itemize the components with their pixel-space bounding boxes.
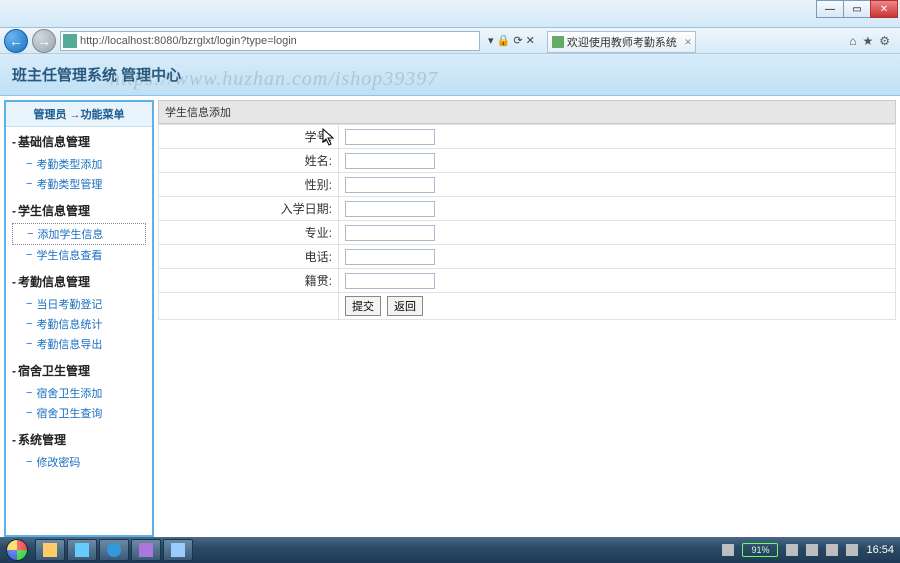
settings-icon[interactable]: ⚙: [879, 34, 890, 48]
window-minimize-button[interactable]: —: [816, 0, 844, 18]
battery-indicator[interactable]: 91%: [742, 543, 778, 557]
sidebar-item[interactable]: 修改密码: [12, 452, 146, 472]
back-button[interactable]: 返回: [387, 296, 423, 316]
main-content: 学生信息添加 学号:姓名:性别:入学日期:专业:电话:籍贯: 提交返回: [158, 100, 896, 537]
form-input[interactable]: [345, 153, 435, 169]
sidebar-item[interactable]: 考勤类型管理: [12, 174, 146, 194]
form-input[interactable]: [345, 129, 435, 145]
sidebar-item[interactable]: 宿舍卫生查询: [12, 403, 146, 423]
nav-back-button[interactable]: ←: [4, 29, 28, 53]
window-titlebar: — ▭ ✕: [0, 0, 900, 28]
window-maximize-button[interactable]: ▭: [843, 0, 871, 18]
form-label: 性别:: [159, 173, 339, 197]
task-app-1[interactable]: [67, 539, 97, 561]
form-label: 学号:: [159, 125, 339, 149]
form-input[interactable]: [345, 225, 435, 241]
sidebar-item[interactable]: 宿舍卫生添加: [12, 383, 146, 403]
volume-icon[interactable]: [826, 544, 838, 556]
flag-icon[interactable]: [846, 544, 858, 556]
sidebar-item[interactable]: 考勤类型添加: [12, 154, 146, 174]
address-bar[interactable]: [60, 31, 480, 51]
form-label: 籍贯:: [159, 269, 339, 293]
sidebar-item[interactable]: 学生信息查看: [12, 245, 146, 265]
folder-icon: [43, 543, 57, 557]
page-title: 班主任管理系统 管理中心: [12, 64, 181, 85]
start-button[interactable]: [0, 537, 34, 563]
sidebar-item[interactable]: 当日考勤登记: [12, 294, 146, 314]
sidebar: 管理员 →功能菜单 基础信息管理考勤类型添加考勤类型管理学生信息管理添加学生信息…: [4, 100, 154, 537]
start-orb-icon: [6, 539, 28, 561]
app-icon: [171, 543, 185, 557]
app-icon: [139, 543, 153, 557]
task-ie[interactable]: [99, 539, 129, 561]
tray-icon[interactable]: [722, 544, 734, 556]
site-favicon-icon: [63, 34, 77, 48]
app-icon: [75, 543, 89, 557]
tab-close-icon[interactable]: ✕: [684, 37, 692, 48]
form-input[interactable]: [345, 177, 435, 193]
student-form: 学号:姓名:性别:入学日期:专业:电话:籍贯: 提交返回: [158, 124, 896, 320]
form-input[interactable]: [345, 249, 435, 265]
form-input[interactable]: [345, 273, 435, 289]
page-header: 班主任管理系统 管理中心 https://www.huzhan.com/isho…: [0, 54, 900, 96]
browser-toolbar: ← → ▾ 🔒 ⟳ ✕ 欢迎使用教师考勤系统 ✕ ⌂ ★ ⚙: [0, 28, 900, 54]
browser-tab[interactable]: 欢迎使用教师考勤系统 ✕: [547, 31, 696, 53]
form-label: 专业:: [159, 221, 339, 245]
ie-icon: [107, 543, 121, 557]
favorites-icon[interactable]: ★: [862, 34, 873, 48]
sidebar-section-title: 宿舍卫生管理: [12, 358, 146, 383]
network-icon[interactable]: [806, 544, 818, 556]
sidebar-section-title: 系统管理: [12, 427, 146, 452]
sidebar-item[interactable]: 考勤信息导出: [12, 334, 146, 354]
home-icon[interactable]: ⌂: [849, 34, 856, 48]
form-label: 电话:: [159, 245, 339, 269]
sidebar-item[interactable]: 考勤信息统计: [12, 314, 146, 334]
form-label: 入学日期:: [159, 197, 339, 221]
taskbar: 91% 16:54: [0, 537, 900, 563]
form-label: 姓名:: [159, 149, 339, 173]
tab-favicon-icon: [552, 36, 564, 48]
sidebar-item[interactable]: 添加学生信息: [12, 223, 146, 245]
window-close-button[interactable]: ✕: [870, 0, 898, 18]
address-tools[interactable]: ▾ 🔒 ⟳ ✕: [488, 34, 535, 47]
tab-title: 欢迎使用教师考勤系统: [567, 34, 677, 50]
task-explorer[interactable]: [35, 539, 65, 561]
sidebar-header: 管理员 →功能菜单: [6, 102, 152, 127]
sidebar-section-title: 学生信息管理: [12, 198, 146, 223]
clock[interactable]: 16:54: [866, 544, 894, 556]
panel-title: 学生信息添加: [158, 100, 896, 124]
form-input[interactable]: [345, 201, 435, 217]
task-app-2[interactable]: [131, 539, 161, 561]
system-tray: 91% 16:54: [722, 543, 900, 557]
sidebar-section-title: 基础信息管理: [12, 129, 146, 154]
task-app-3[interactable]: [163, 539, 193, 561]
submit-button[interactable]: 提交: [345, 296, 381, 316]
address-input[interactable]: [80, 35, 477, 47]
power-icon[interactable]: [786, 544, 798, 556]
nav-forward-button[interactable]: →: [32, 29, 56, 53]
sidebar-section-title: 考勤信息管理: [12, 269, 146, 294]
